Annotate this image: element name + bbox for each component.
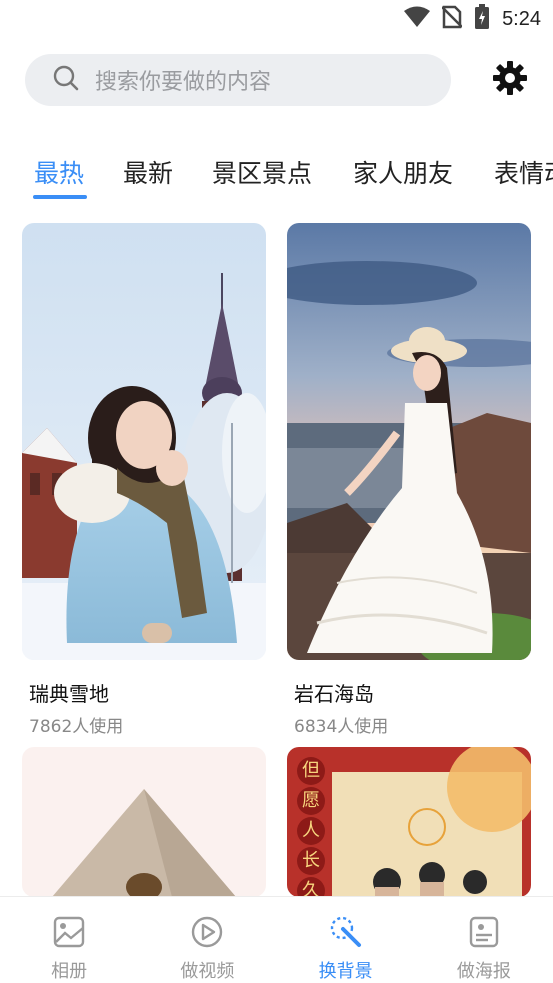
nav-label: 换背景 bbox=[318, 961, 373, 982]
bottom-nav: 相册 做视频 换背景 做海报 bbox=[0, 896, 553, 983]
nav-album[interactable]: 相册 bbox=[0, 897, 138, 983]
wifi-icon bbox=[404, 6, 431, 32]
card-image-snow[interactable] bbox=[22, 223, 266, 660]
tab-emoji[interactable]: 表情动 bbox=[494, 152, 553, 196]
nav-label: 做海报 bbox=[456, 961, 511, 982]
search-input[interactable]: 搜索你要做的内容 bbox=[25, 54, 451, 106]
template-card[interactable]: 但 愿 人 长 久 bbox=[287, 747, 531, 897]
tab-family-friends[interactable]: 家人朋友 bbox=[353, 152, 453, 196]
settings-button[interactable] bbox=[490, 60, 530, 100]
poster-char: 久 bbox=[297, 877, 325, 897]
tab-newest[interactable]: 最新 bbox=[123, 152, 173, 196]
status-bar: 5:24 bbox=[0, 0, 553, 38]
poster-icon bbox=[467, 915, 501, 953]
template-card[interactable]: 岩石海岛 6834人使用 bbox=[287, 223, 531, 737]
card-image-moon-festival[interactable]: 但 愿 人 长 久 bbox=[287, 747, 531, 897]
nav-change-background[interactable]: 换背景 bbox=[277, 897, 415, 983]
card-image-rock-island[interactable] bbox=[287, 223, 531, 660]
poster-char: 但 bbox=[297, 757, 325, 785]
card-usage-count: 6834人使用 bbox=[294, 717, 389, 737]
tab-scenic-spots[interactable]: 景区景点 bbox=[212, 152, 312, 196]
poster-vertical-text: 但 愿 人 长 久 bbox=[297, 757, 325, 897]
nav-make-poster[interactable]: 做海报 bbox=[415, 897, 553, 983]
poster-char: 愿 bbox=[297, 787, 325, 815]
gear-icon bbox=[492, 60, 528, 100]
card-usage-count: 7862人使用 bbox=[29, 717, 124, 737]
search-placeholder: 搜索你要做的内容 bbox=[95, 70, 272, 95]
card-image-pyramid[interactable] bbox=[22, 747, 266, 897]
nav-make-video[interactable]: 做视频 bbox=[138, 897, 276, 983]
status-time: 5:24 bbox=[502, 7, 541, 30]
poster-char: 长 bbox=[297, 847, 325, 875]
nav-label: 相册 bbox=[51, 961, 88, 982]
tab-active-indicator bbox=[33, 195, 87, 199]
nav-label: 做视频 bbox=[180, 961, 235, 982]
search-icon bbox=[53, 65, 79, 95]
template-card[interactable]: 瑞典雪地 7862人使用 bbox=[22, 223, 266, 737]
card-title: 岩石海岛 bbox=[294, 682, 374, 706]
tab-hottest[interactable]: 最热 bbox=[34, 152, 84, 196]
template-card[interactable] bbox=[22, 747, 266, 897]
album-icon bbox=[52, 915, 86, 953]
magic-wand-icon bbox=[329, 915, 363, 953]
card-title: 瑞典雪地 bbox=[29, 682, 109, 706]
category-tabs: 最热 最新 景区景点 家人朋友 表情动 bbox=[0, 152, 553, 204]
poster-char: 人 bbox=[297, 817, 325, 845]
no-sim-icon bbox=[441, 5, 463, 33]
play-circle-icon bbox=[190, 915, 224, 953]
battery-charging-icon bbox=[474, 4, 490, 34]
